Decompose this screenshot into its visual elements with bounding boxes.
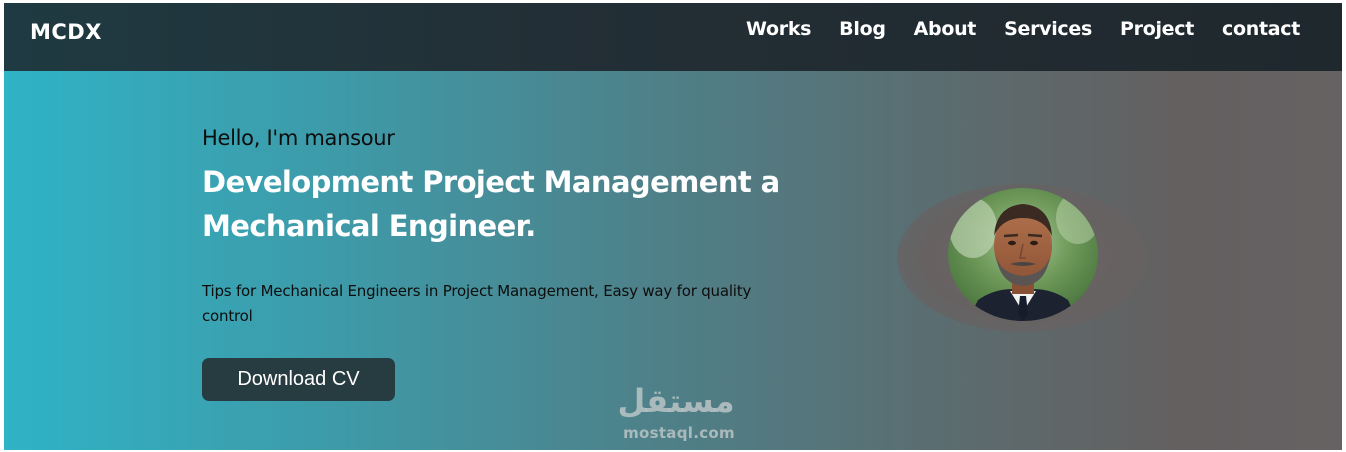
hero-tagline: Tips for Mechanical Engineers in Project… [202,282,752,325]
page-frame: MCDX Works Blog About Services Project c… [0,0,1346,452]
nav-link-about[interactable]: About [900,15,990,43]
hero-section: Hello, I'm mansour Development Project M… [4,71,1342,450]
top-navbar: MCDX Works Blog About Services Project c… [4,3,1342,71]
hero-headline: Development Project Management a Mechani… [202,165,780,243]
hero-greeting: Hello, I'm mansour [202,126,395,150]
profile-photo-image [948,188,1098,321]
brand-logo[interactable]: MCDX [30,20,102,44]
nav-link-contact[interactable]: contact [1208,15,1314,43]
svg-text:مستقل: مستقل [617,382,734,420]
download-cv-button[interactable]: Download CV [202,358,395,401]
mostaql-logo-icon: مستقل [617,382,734,420]
mostaql-url: mostaql.com [623,424,735,442]
nav-menu: Works Blog About Services Project contac… [732,15,1314,43]
nav-link-project[interactable]: Project [1106,15,1208,43]
profile-avatar [948,188,1098,321]
nav-link-works[interactable]: Works [732,15,825,43]
mostaql-watermark: مستقل mostaql.com [608,380,744,444]
nav-link-services[interactable]: Services [990,15,1106,43]
nav-link-blog[interactable]: Blog [825,15,899,43]
